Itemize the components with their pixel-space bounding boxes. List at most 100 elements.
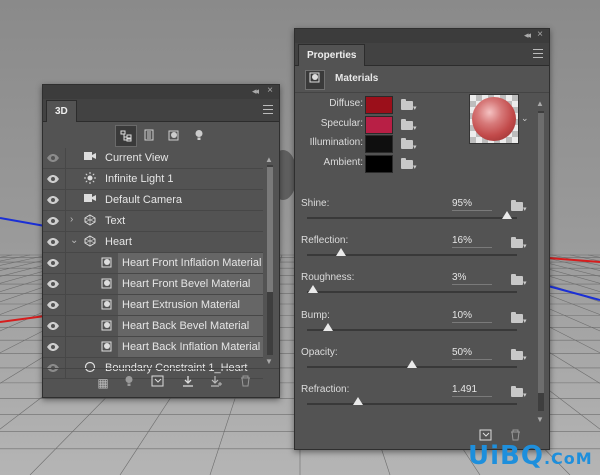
caret-down-icon[interactable]: ▾ bbox=[523, 205, 527, 213]
visibility-toggle[interactable] bbox=[43, 295, 66, 315]
slider-track[interactable] bbox=[307, 217, 517, 219]
folder-icon[interactable] bbox=[511, 237, 523, 249]
mesh-add-icon[interactable]: ▦ bbox=[95, 375, 111, 391]
slider-track[interactable] bbox=[307, 291, 517, 294]
lights-filter-icon[interactable] bbox=[190, 126, 208, 144]
chevron-right-icon[interactable]: › bbox=[70, 214, 78, 225]
scroll-up-icon[interactable]: ▲ bbox=[536, 99, 544, 108]
layer-row[interactable]: Heart Back Bevel Material bbox=[43, 316, 263, 337]
panel-menu-icon[interactable] bbox=[533, 49, 543, 58]
eye-icon[interactable] bbox=[46, 193, 62, 207]
collapse-icon[interactable]: ◂◂ bbox=[252, 86, 259, 97]
eye-icon[interactable] bbox=[46, 172, 62, 186]
slider-value-input[interactable]: 50% bbox=[452, 347, 492, 360]
slider-thumb[interactable] bbox=[353, 397, 364, 405]
caret-down-icon[interactable]: ▾ bbox=[523, 242, 527, 250]
folder-icon[interactable] bbox=[401, 99, 413, 110]
layer-row[interactable]: Heart Front Inflation Material bbox=[43, 253, 263, 274]
scroll-down-icon[interactable]: ▼ bbox=[265, 357, 273, 366]
panel-title-bar[interactable]: ◂◂ × bbox=[43, 85, 279, 99]
visibility-toggle[interactable] bbox=[43, 337, 66, 357]
eye-icon[interactable] bbox=[46, 298, 62, 312]
folder-icon[interactable] bbox=[511, 311, 523, 323]
3d-layer-scrollbar[interactable]: ▲ ▼ bbox=[264, 155, 276, 366]
scroll-up-icon[interactable]: ▲ bbox=[265, 155, 273, 164]
color-swatch[interactable] bbox=[365, 135, 393, 153]
slider-value-input[interactable]: 95% bbox=[452, 198, 492, 211]
new-object-icon[interactable] bbox=[209, 375, 225, 391]
properties-scrollbar[interactable]: ▲ ▼ bbox=[535, 99, 547, 429]
close-icon[interactable]: × bbox=[267, 85, 273, 96]
caret-down-icon[interactable]: ▾ bbox=[523, 279, 527, 287]
slider-thumb[interactable] bbox=[335, 248, 346, 257]
visibility-toggle[interactable] bbox=[43, 169, 66, 189]
eye-icon[interactable] bbox=[46, 319, 62, 333]
caret-down-icon[interactable]: ▾ bbox=[523, 391, 527, 399]
visibility-toggle[interactable] bbox=[43, 211, 66, 231]
slider-thumb[interactable] bbox=[323, 322, 333, 331]
collapse-icon[interactable]: ◂◂ bbox=[524, 30, 531, 41]
visibility-toggle[interactable] bbox=[43, 148, 66, 168]
layer-row[interactable]: ⌄ Heart bbox=[43, 232, 263, 253]
eye-icon[interactable] bbox=[46, 256, 62, 270]
folder-icon[interactable] bbox=[511, 200, 523, 211]
slider-value-input[interactable]: 10% bbox=[452, 310, 492, 323]
panel-title-bar[interactable]: ◂◂ × bbox=[295, 29, 549, 43]
color-swatch[interactable] bbox=[365, 115, 393, 134]
slider-value-input[interactable]: 16% bbox=[452, 235, 492, 249]
slider-thumb[interactable] bbox=[501, 211, 512, 219]
folder-icon[interactable] bbox=[511, 274, 523, 286]
slider-track[interactable] bbox=[307, 328, 517, 331]
visibility-toggle[interactable] bbox=[43, 253, 66, 273]
folder-icon[interactable] bbox=[401, 138, 413, 149]
light-add-icon[interactable] bbox=[121, 375, 137, 391]
caret-down-icon[interactable]: ▾ bbox=[523, 317, 527, 325]
visibility-toggle[interactable] bbox=[43, 316, 66, 336]
caret-down-icon[interactable]: ▾ bbox=[413, 124, 417, 132]
visibility-toggle[interactable] bbox=[43, 232, 66, 252]
layer-row[interactable]: Current View bbox=[43, 148, 263, 169]
whole-scene-filter-icon[interactable] bbox=[115, 125, 137, 147]
layer-row[interactable]: Heart Front Bevel Material bbox=[43, 274, 263, 295]
folder-icon[interactable] bbox=[401, 157, 413, 169]
caret-down-icon[interactable]: ▾ bbox=[413, 143, 417, 151]
eye-icon[interactable] bbox=[46, 151, 62, 165]
eye-icon[interactable] bbox=[46, 214, 62, 228]
eye-icon[interactable] bbox=[46, 277, 62, 291]
color-swatch[interactable] bbox=[365, 154, 393, 173]
eye-icon[interactable] bbox=[46, 235, 62, 249]
scroll-down-icon[interactable]: ▼ bbox=[536, 415, 544, 424]
folder-icon[interactable] bbox=[511, 348, 523, 360]
material-preview-picker[interactable] bbox=[469, 94, 519, 144]
close-icon[interactable]: × bbox=[537, 29, 543, 40]
eye-icon[interactable] bbox=[46, 340, 62, 354]
layer-row[interactable]: Heart Extrusion Material bbox=[43, 295, 263, 316]
render-icon[interactable] bbox=[149, 375, 165, 391]
drop-to-ground-icon[interactable] bbox=[180, 375, 196, 391]
chevron-down-icon[interactable]: ⌄ bbox=[70, 235, 78, 246]
layer-row[interactable]: Heart Back Inflation Material bbox=[43, 337, 263, 358]
chevron-down-icon[interactable]: ⌄ bbox=[521, 113, 529, 124]
panel-menu-icon[interactable] bbox=[263, 105, 273, 114]
meshes-filter-icon[interactable] bbox=[140, 126, 158, 144]
tab-properties[interactable]: Properties bbox=[298, 44, 366, 66]
caret-down-icon[interactable]: ▾ bbox=[523, 354, 527, 362]
caret-down-icon[interactable]: ▾ bbox=[413, 104, 417, 112]
layer-row[interactable]: › Text bbox=[43, 211, 263, 232]
slider-value-input[interactable]: 1.491 bbox=[452, 384, 492, 397]
tab-3d[interactable]: 3D bbox=[46, 100, 77, 122]
slider-thumb[interactable] bbox=[308, 285, 319, 294]
trash-icon[interactable] bbox=[237, 375, 253, 391]
materials-filter-icon[interactable] bbox=[165, 126, 183, 144]
slider-value-input[interactable]: 3% bbox=[452, 272, 492, 286]
caret-down-icon[interactable]: ▾ bbox=[413, 163, 417, 171]
layer-row[interactable]: Infinite Light 1 bbox=[43, 169, 263, 190]
folder-icon[interactable] bbox=[401, 118, 413, 130]
visibility-toggle[interactable] bbox=[43, 274, 66, 294]
folder-icon[interactable] bbox=[511, 386, 523, 397]
color-swatch[interactable] bbox=[365, 96, 393, 114]
slider-thumb[interactable] bbox=[407, 359, 417, 368]
visibility-toggle[interactable] bbox=[43, 190, 66, 210]
layer-row[interactable]: Default Camera bbox=[43, 190, 263, 211]
slider-track[interactable] bbox=[307, 403, 517, 405]
